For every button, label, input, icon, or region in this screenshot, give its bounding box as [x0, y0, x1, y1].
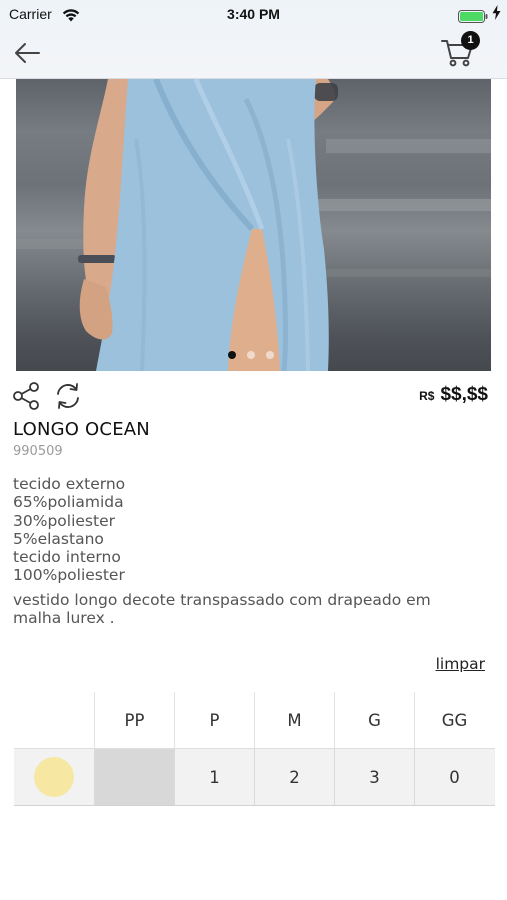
carousel-dot[interactable] [228, 351, 236, 359]
carousel-dot[interactable] [247, 351, 255, 359]
qty-cell-gg[interactable]: 0 [414, 749, 494, 805]
size-grid: PP P M G GG 1 2 3 0 [14, 692, 495, 806]
carousel-dots [228, 351, 274, 359]
refresh-icon [57, 383, 79, 409]
size-header-p: P [174, 692, 254, 748]
size-header-row: PP P M G GG [14, 692, 495, 748]
color-row: 1 2 3 0 [14, 748, 495, 806]
size-header-pp: PP [94, 692, 174, 748]
composition-line: tecido interno [13, 548, 121, 567]
color-swatch [34, 757, 74, 797]
product-description: vestido longo decote transpassado com dr… [13, 591, 431, 628]
price-value: $$,$$ [440, 384, 488, 405]
charging-icon [492, 5, 501, 24]
carousel-dot[interactable] [266, 351, 274, 359]
size-header-g: G [334, 692, 414, 748]
back-button[interactable] [10, 40, 44, 66]
share-icon [13, 382, 39, 410]
cart-button[interactable]: 1 [440, 31, 484, 69]
share-button[interactable] [12, 381, 42, 411]
qty-cell-g[interactable]: 3 [334, 749, 414, 805]
cart-count-badge: 1 [461, 31, 480, 50]
product-name: LONGO OCEAN [13, 419, 150, 440]
composition-line: 5%elastano [13, 529, 104, 548]
color-swatch-cell [14, 749, 94, 805]
composition-line: 65%poliamida [13, 493, 124, 512]
top-bar: Carrier 3:40 PM 1 [0, 0, 507, 79]
composition-list: tecido externo 65%poliamida 30%poliester… [13, 475, 125, 585]
product-sku: 990509 [13, 444, 63, 459]
product-photo [16, 79, 491, 371]
size-header-gg: GG [414, 692, 494, 748]
currency-label: R$ [419, 389, 435, 403]
battery-icon [458, 8, 488, 23]
status-time: 3:40 PM [227, 6, 280, 22]
qty-cell-pp [94, 749, 174, 805]
qty-cell-m[interactable]: 2 [254, 749, 334, 805]
price: R$ $$,$$ [300, 384, 488, 406]
arrow-left-icon [15, 43, 40, 63]
qty-cell-p[interactable]: 1 [174, 749, 254, 805]
size-header-m: M [254, 692, 334, 748]
color-header-cell [14, 692, 94, 748]
composition-line: 100%poliester [13, 566, 125, 585]
status-bar: Carrier 3:40 PM [0, 0, 507, 28]
composition-line: tecido externo [13, 475, 126, 493]
clear-link[interactable]: limpar [400, 655, 485, 673]
product-image[interactable] [16, 79, 491, 371]
composition-line: 30%poliester [13, 511, 115, 530]
refresh-button[interactable] [53, 381, 83, 411]
